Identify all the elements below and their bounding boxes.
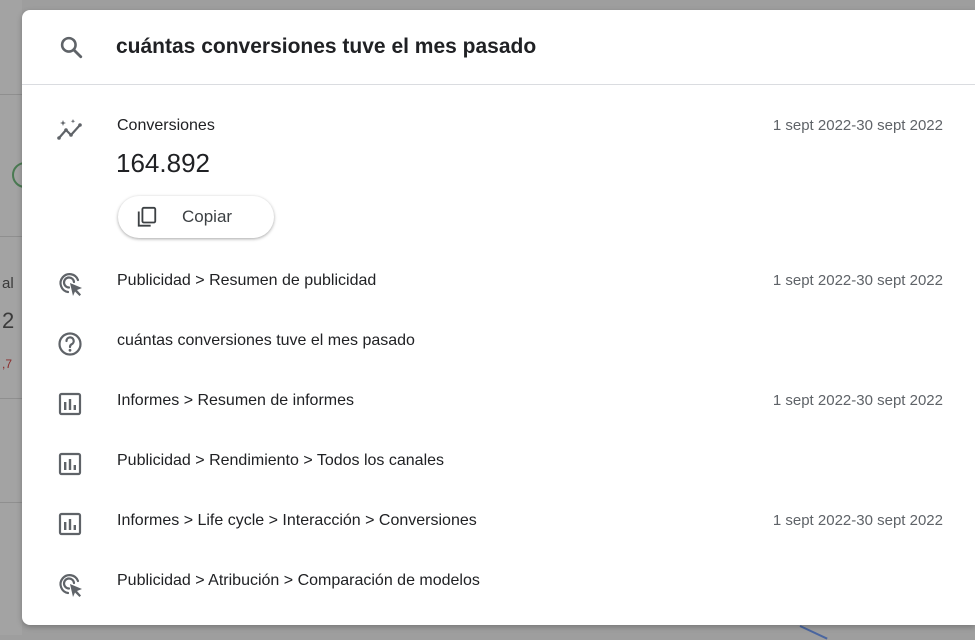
ads-click-icon — [56, 570, 84, 598]
copy-icon — [136, 206, 158, 228]
background-divider — [0, 236, 22, 237]
background-divider — [0, 398, 22, 399]
ads-click-icon — [56, 269, 84, 297]
background-app: al 2 ,7 — [0, 0, 38, 635]
copy-button-label: Copiar — [182, 207, 233, 226]
metric-value: 164.892 — [116, 148, 210, 178]
metric-date-range: 1 sept 2022-30 sept 2022 — [772, 117, 943, 134]
result-item-label: Publicidad > Resumen de publicidad — [117, 272, 377, 289]
bar-chart-icon — [56, 390, 84, 418]
background-chart-line — [799, 625, 828, 640]
background-text-fragment: ,7 — [2, 357, 13, 371]
result-item-date-range: 1 sept 2022-30 sept 2022 — [772, 392, 943, 409]
result-item[interactable]: Informes > Life cycle > Interacción > Co… — [22, 493, 975, 553]
search-bar — [22, 10, 975, 85]
result-item-date-range: 1 sept 2022-30 sept 2022 — [772, 272, 943, 289]
help-icon — [56, 330, 84, 358]
search-dialog: Conversiones 1 sept 2022-30 sept 2022 16… — [22, 10, 975, 625]
insights-icon — [56, 116, 84, 144]
bar-chart-icon — [56, 450, 84, 478]
result-item[interactable]: Informes > Resumen de informes 1 sept 20… — [22, 373, 975, 433]
background-text-fragment: al — [2, 275, 14, 292]
search-input[interactable] — [116, 28, 936, 66]
result-item-label: Publicidad > Atribución > Comparación de… — [117, 572, 480, 589]
background-text-fragment: 2 — [2, 308, 15, 333]
result-item[interactable]: Publicidad > Resumen de publicidad 1 sep… — [22, 253, 975, 313]
search-icon[interactable] — [58, 34, 84, 60]
background-divider — [0, 502, 22, 503]
result-item[interactable]: Publicidad > Rendimiento > Todos los can… — [22, 433, 975, 493]
result-item-label: Informes > Resumen de informes — [117, 392, 354, 409]
copy-button[interactable]: Copiar — [118, 196, 274, 238]
background-divider — [0, 94, 22, 95]
result-item-label: Informes > Life cycle > Interacción > Co… — [117, 512, 477, 529]
result-item-label: Publicidad > Rendimiento > Todos los can… — [117, 452, 445, 469]
result-item-label: cuántas conversiones tuve el mes pasado — [117, 332, 415, 349]
bar-chart-icon — [56, 510, 84, 538]
result-item[interactable]: Publicidad > Atribución > Comparación de… — [22, 553, 975, 613]
result-item-date-range: 1 sept 2022-30 sept 2022 — [772, 512, 943, 529]
metric-label: Conversiones — [117, 117, 215, 134]
result-item[interactable]: cuántas conversiones tuve el mes pasado — [22, 313, 975, 373]
